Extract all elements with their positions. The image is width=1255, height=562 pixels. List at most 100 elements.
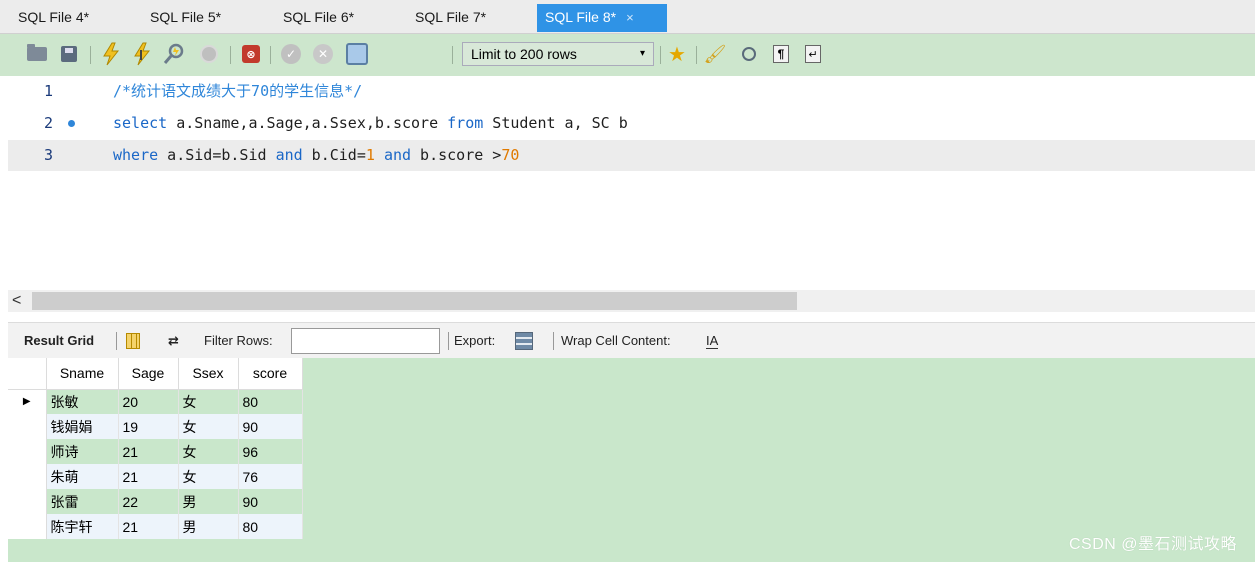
cell-ssex[interactable]: 女 xyxy=(178,389,239,414)
cell-ssex[interactable]: 男 xyxy=(178,514,239,539)
toolbar-divider xyxy=(230,46,231,64)
sql-keyword: and xyxy=(383,146,412,164)
toolbar-divider xyxy=(116,332,117,350)
brush-icon: 🖌 xyxy=(703,43,727,64)
sql-text: a.Sname,a.Sage,a.Ssex,b.score xyxy=(167,114,448,132)
row-selector[interactable] xyxy=(8,439,47,464)
scroll-left-icon[interactable]: < xyxy=(12,290,21,312)
horizontal-scrollbar[interactable]: < xyxy=(8,290,1255,312)
column-header[interactable]: Sage xyxy=(118,358,179,390)
cell-sname[interactable]: 钱娟娟 xyxy=(46,414,119,439)
export-button[interactable] xyxy=(515,332,533,350)
cell-score[interactable]: 76 xyxy=(238,464,303,489)
limit-rows-select[interactable]: Limit to 200 rows ▾ xyxy=(462,42,654,66)
filter-rows-label: Filter Rows: xyxy=(204,333,273,348)
cell-score[interactable]: 80 xyxy=(238,514,303,539)
cell-sage[interactable]: 22 xyxy=(118,489,179,514)
cell-sage[interactable]: 21 xyxy=(118,464,179,489)
export-icon xyxy=(515,332,533,350)
table-row[interactable]: 张雷 22 男 90 xyxy=(8,489,303,514)
grid-view-button[interactable] xyxy=(126,333,140,349)
save-icon xyxy=(61,46,77,62)
refresh-icon[interactable]: ⇄ xyxy=(168,323,179,359)
execute-button[interactable] xyxy=(98,40,124,68)
filter-rows-input[interactable] xyxy=(291,328,440,354)
cell-score[interactable]: 80 xyxy=(238,389,303,414)
cell-ssex[interactable]: 女 xyxy=(178,439,239,464)
result-grid-label[interactable]: Result Grid xyxy=(24,323,94,359)
sql-keyword: where xyxy=(113,146,159,164)
cell-sage[interactable]: 21 xyxy=(118,439,179,464)
line-number: 2 xyxy=(44,114,54,132)
cell-score[interactable]: 96 xyxy=(238,439,303,464)
cell-ssex[interactable]: 男 xyxy=(178,489,239,514)
column-header[interactable]: Ssex xyxy=(178,358,239,390)
tab-sql-file-6[interactable]: SQL File 6* xyxy=(275,4,393,32)
sql-editor[interactable]: 1 /*统计语文成绩大于70的学生信息*/ 2 select a.Sname,a… xyxy=(8,76,1255,290)
open-file-button[interactable] xyxy=(24,40,50,68)
cell-score[interactable]: 90 xyxy=(238,414,303,439)
cell-sname[interactable]: 陈宇轩 xyxy=(46,514,119,539)
tab-label: SQL File 7* xyxy=(415,9,487,25)
cell-ssex[interactable]: 女 xyxy=(178,414,239,439)
result-toolbar: Result Grid ⇄ Filter Rows: Export: Wrap … xyxy=(8,322,1255,358)
table-row[interactable]: ▶ 张敏 20 女 80 xyxy=(8,389,303,414)
row-selector[interactable] xyxy=(8,464,47,489)
table-row[interactable]: 师诗 21 女 96 xyxy=(8,439,303,464)
commit-button[interactable]: ✓ xyxy=(278,40,304,68)
cell-sname[interactable]: 师诗 xyxy=(46,439,119,464)
stop-on-error-icon: ⊗ xyxy=(242,45,260,63)
tab-label: SQL File 4* xyxy=(18,9,90,25)
stop-button[interactable] xyxy=(196,40,222,68)
lightning-cursor-icon xyxy=(134,42,151,66)
grid-icon xyxy=(126,333,140,349)
invisible-chars-button[interactable]: ¶ xyxy=(768,40,794,68)
column-header[interactable]: Sname xyxy=(46,358,119,390)
word-wrap-button[interactable]: ↵ xyxy=(800,40,826,68)
close-icon[interactable]: × xyxy=(626,10,634,25)
editor-line-2: 2 select a.Sname,a.Sage,a.Ssex,b.score f… xyxy=(8,108,1255,139)
save-button[interactable] xyxy=(56,40,82,68)
explain-button[interactable] xyxy=(162,40,188,68)
cell-sage[interactable]: 19 xyxy=(118,414,179,439)
column-header[interactable]: score xyxy=(238,358,303,390)
tab-sql-file-8[interactable]: SQL File 8* × xyxy=(537,4,667,32)
cell-sname[interactable]: 朱萌 xyxy=(46,464,119,489)
result-grid: Sname Sage Ssex score ▶ 张敏 20 女 80 钱娟娟 1… xyxy=(8,358,303,539)
cell-sage[interactable]: 21 xyxy=(118,514,179,539)
cell-ssex[interactable]: 女 xyxy=(178,464,239,489)
cell-sname[interactable]: 张雷 xyxy=(46,489,119,514)
stop-on-error-button[interactable]: ⊗ xyxy=(238,40,264,68)
scrollbar-thumb[interactable] xyxy=(32,292,797,310)
sql-text: Student a, SC b xyxy=(483,114,628,132)
toolbar-divider xyxy=(452,46,453,64)
table-row[interactable]: 钱娟娟 19 女 90 xyxy=(8,414,303,439)
grid-header-row: Sname Sage Ssex score xyxy=(8,358,303,390)
row-selector[interactable] xyxy=(8,489,47,514)
rollback-icon: ✕ xyxy=(313,44,333,64)
execute-current-button[interactable] xyxy=(130,40,156,68)
find-button[interactable] xyxy=(736,40,762,68)
cell-sname[interactable]: 张敏 xyxy=(46,389,119,414)
row-selector[interactable] xyxy=(8,414,47,439)
tab-sql-file-4[interactable]: SQL File 4* xyxy=(10,4,128,32)
sql-code: where a.Sid=b.Sid and b.Cid=1 and b.scor… xyxy=(113,140,519,171)
table-row[interactable]: 陈宇轩 21 男 80 xyxy=(8,514,303,539)
autocommit-toggle[interactable] xyxy=(344,40,370,68)
add-snippet-button[interactable]: ★ xyxy=(664,40,690,68)
rollback-button[interactable]: ✕ xyxy=(310,40,336,68)
sql-keyword: and xyxy=(275,146,303,164)
cell-sage[interactable]: 20 xyxy=(118,389,179,414)
wrap-cell-icon[interactable]: IA xyxy=(706,333,719,349)
tab-sql-file-7[interactable]: SQL File 7* xyxy=(407,4,525,32)
table-row[interactable]: 朱萌 21 女 76 xyxy=(8,464,303,489)
row-selector[interactable] xyxy=(8,514,47,539)
statement-marker-icon xyxy=(68,120,75,127)
beautify-button[interactable]: 🖌 xyxy=(702,40,728,68)
cell-score[interactable]: 90 xyxy=(238,489,303,514)
tab-label: SQL File 6* xyxy=(283,9,355,25)
toolbar-divider xyxy=(660,46,661,64)
tab-sql-file-5[interactable]: SQL File 5* xyxy=(142,4,260,32)
row-selector-header[interactable] xyxy=(8,358,47,390)
